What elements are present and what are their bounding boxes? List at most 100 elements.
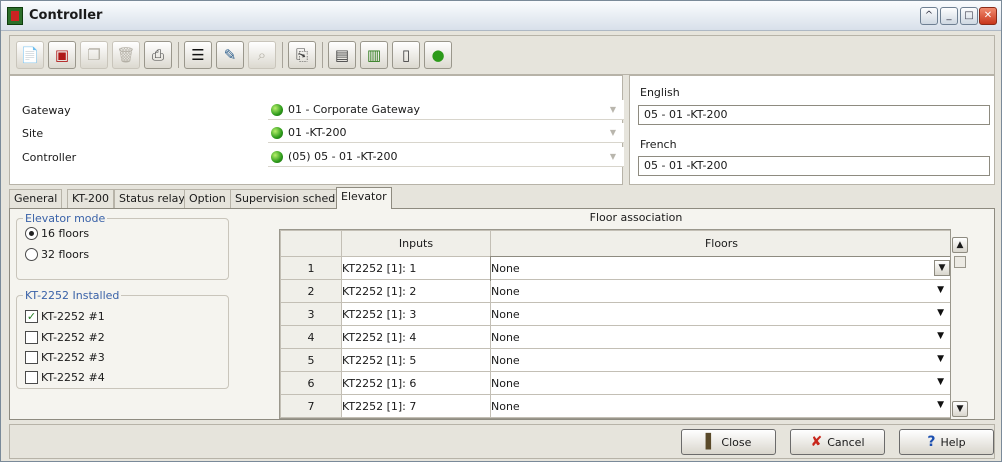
english-description-field[interactable]: 05 - 01 -KT-200 <box>638 105 990 125</box>
tab-option[interactable]: Option <box>184 189 231 209</box>
floor-select[interactable]: None ▼ <box>490 371 950 395</box>
elevator-tab-content: Elevator mode 16 floors 32 floors KT-225… <box>9 208 995 420</box>
checkbox-kt2252-3[interactable]: KT-2252 #3 <box>25 351 105 364</box>
help-question-icon: ? <box>927 434 936 450</box>
site-value: 01 -KT-200 <box>288 126 347 139</box>
delete-icon[interactable]: 🗑 <box>112 41 140 69</box>
cancel-button-label: Cancel <box>827 435 865 449</box>
chevron-down-icon[interactable]: ▼ <box>606 103 620 117</box>
copy-icon[interactable]: ❐ <box>80 41 108 69</box>
floor-select[interactable]: None ▼ <box>490 302 950 326</box>
row-number: 5 <box>280 348 342 372</box>
dropdown-arrow-icon[interactable]: ▼ <box>937 331 944 341</box>
tab-status-relay[interactable]: Status relay <box>114 189 190 209</box>
input-cell: KT2252 [1]: 2 <box>341 279 491 303</box>
checkbox-label: KT-2252 #3 <box>41 351 105 364</box>
search-icon[interactable]: ⌕ <box>248 41 276 69</box>
row-number: 4 <box>280 325 342 349</box>
cancel-button[interactable]: ✘ Cancel <box>790 429 885 455</box>
controller-combo[interactable]: (05) 05 - 01 -KT-200 ▼ <box>268 147 624 167</box>
grid-scrollbar[interactable]: ▲ ▼ <box>951 229 969 419</box>
tab-elevator[interactable]: Elevator <box>336 187 392 209</box>
status-icon[interactable]: ● <box>424 41 452 69</box>
french-label: French <box>640 138 677 151</box>
site-combo[interactable]: 01 -KT-200 ▼ <box>268 123 624 143</box>
toolbar: 📄 ▣ ❐ 🗑 ⎙ ☰ ✎ ⌕ ⎘ ▤ ▥ ▯ ● <box>9 35 995 75</box>
checkbox-empty-icon <box>25 351 38 364</box>
floor-value: None <box>491 399 520 413</box>
floor-value: None <box>491 376 520 390</box>
radio-32-floors-label: 32 floors <box>41 248 90 261</box>
chevron-down-icon[interactable]: ▼ <box>934 260 950 276</box>
save-icon[interactable]: ▣ <box>48 41 76 69</box>
identity-panel: Gateway 01 - Corporate Gateway ▼ Site 01… <box>9 75 624 185</box>
controller-icon[interactable]: ▥ <box>360 41 388 69</box>
dropdown-arrow-icon[interactable]: ▼ <box>937 308 944 318</box>
floor-value: None <box>491 307 520 321</box>
help-context-icon[interactable]: ^ <box>920 7 938 25</box>
row-number-header <box>280 230 342 257</box>
report-icon[interactable]: ⎘ <box>288 41 316 69</box>
floors-column-header: Floors <box>490 230 950 257</box>
dropdown-arrow-icon[interactable]: ▼ <box>937 354 944 364</box>
table-row: 4 KT2252 [1]: 4 None ▼ <box>280 325 950 349</box>
table-row: 1 KT2252 [1]: 1 None ▼ <box>280 255 950 281</box>
floor-select[interactable]: None ▼ <box>490 279 950 303</box>
edit-icon[interactable]: ✎ <box>216 41 244 69</box>
tab-strip: General KT-200 Status relay Option Super… <box>9 187 995 209</box>
chevron-down-icon[interactable]: ▼ <box>606 150 620 164</box>
english-label: English <box>640 86 680 99</box>
new-icon[interactable]: 📄 <box>16 41 44 69</box>
table-row: 5 KT2252 [1]: 5 None ▼ <box>280 348 950 372</box>
kt2252-installed-legend: KT-2252 Installed <box>23 289 122 302</box>
minimize-button[interactable]: _ <box>940 7 958 25</box>
cancel-x-icon: ✘ <box>810 434 823 450</box>
table-row: 2 KT2252 [1]: 2 None ▼ <box>280 279 950 303</box>
dropdown-arrow-icon[interactable]: ▼ <box>937 400 944 410</box>
floor-select[interactable]: None ▼ <box>490 394 950 418</box>
radio-32-floors[interactable]: 32 floors <box>25 248 89 261</box>
print-icon[interactable]: ⎙ <box>144 41 172 69</box>
controller-label: Controller <box>22 151 77 164</box>
row-number: 1 <box>280 256 342 280</box>
floor-select[interactable]: None ▼ <box>490 348 950 372</box>
row-number: 2 <box>280 279 342 303</box>
scroll-thumb[interactable] <box>954 256 966 268</box>
app-icon <box>7 7 23 25</box>
chevron-down-icon[interactable]: ▼ <box>606 126 620 140</box>
elevator-mode-legend: Elevator mode <box>23 212 108 225</box>
table-row: 6 KT2252 [1]: 6 None ▼ <box>280 371 950 395</box>
checkmark-icon: ✓ <box>25 310 38 323</box>
radio-16-floors[interactable]: 16 floors <box>25 227 89 240</box>
relay-icon[interactable]: ▯ <box>392 41 420 69</box>
toolbar-separator <box>282 42 283 68</box>
tab-general[interactable]: General <box>9 189 63 209</box>
floor-select[interactable]: None ▼ <box>490 325 950 349</box>
list-icon[interactable]: ☰ <box>184 41 212 69</box>
table-row: 7 KT2252 [1]: 7 None ▼ <box>280 394 950 418</box>
tab-kt200[interactable]: KT-200 <box>67 189 115 209</box>
help-button[interactable]: ? Help <box>899 429 994 455</box>
row-number: 6 <box>280 371 342 395</box>
checkbox-empty-icon <box>25 331 38 344</box>
checkbox-kt2252-1[interactable]: ✓ KT-2252 #1 <box>25 310 105 323</box>
door-close-icon: ▌ <box>705 434 717 450</box>
status-green-icon <box>271 151 283 163</box>
elevator-mode-group: Elevator mode 16 floors 32 floors <box>16 212 229 280</box>
dropdown-arrow-icon[interactable]: ▼ <box>937 285 944 295</box>
inputs-column-header: Inputs <box>341 230 491 257</box>
gateway-combo[interactable]: 01 - Corporate Gateway ▼ <box>268 100 624 120</box>
door-icon[interactable]: ▤ <box>328 41 356 69</box>
dropdown-arrow-icon[interactable]: ▼ <box>937 377 944 387</box>
scroll-up-icon[interactable]: ▲ <box>952 237 968 253</box>
floor-select[interactable]: None ▼ <box>489 255 950 281</box>
checkbox-kt2252-2[interactable]: KT-2252 #2 <box>25 331 105 344</box>
floor-value: None <box>491 284 520 298</box>
checkbox-kt2252-4[interactable]: KT-2252 #4 <box>25 371 105 384</box>
maximize-button[interactable]: □ <box>960 7 978 25</box>
close-button[interactable]: ▌ Close <box>681 429 776 455</box>
scroll-down-icon[interactable]: ▼ <box>952 401 968 417</box>
toolbar-separator <box>322 42 323 68</box>
close-window-button[interactable]: ✕ <box>979 7 997 25</box>
french-description-field[interactable]: 05 - 01 -KT-200 <box>638 156 990 176</box>
